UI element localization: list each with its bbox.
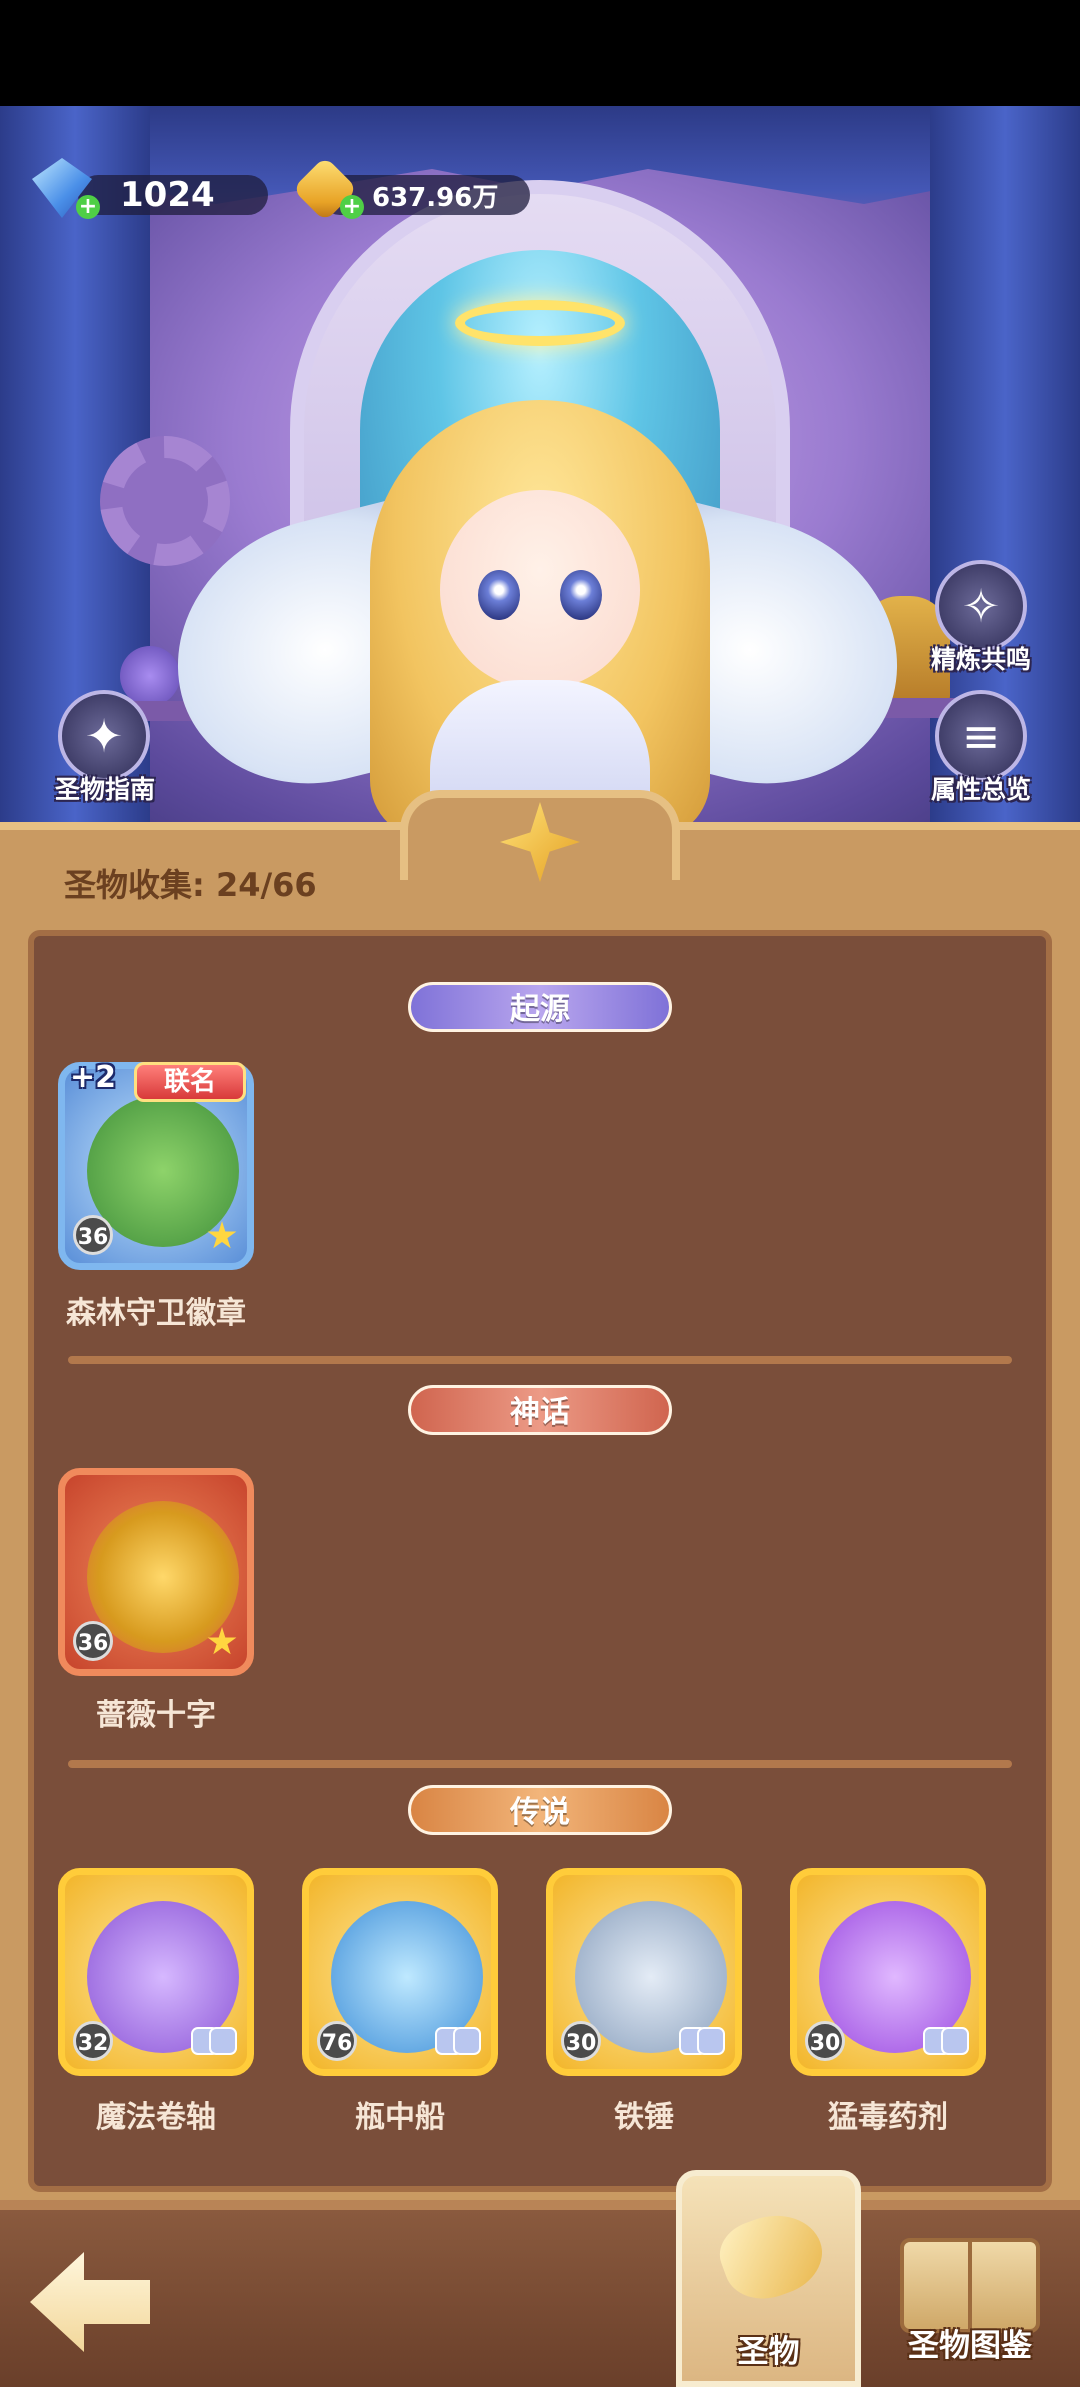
duplicate-cards-icon bbox=[679, 2027, 725, 2057]
section-divider bbox=[68, 1356, 1012, 1364]
tab-relic-label: 圣物 bbox=[737, 2334, 800, 2370]
book-icon bbox=[900, 2238, 1040, 2333]
relic-name: 瓶中船 bbox=[355, 2100, 445, 2135]
section-header-myth: 神话 bbox=[408, 1385, 672, 1435]
duplicate-cards-icon bbox=[191, 2027, 237, 2057]
section-divider bbox=[68, 1760, 1012, 1768]
sparkle-star-icon: ✧ bbox=[961, 579, 1001, 633]
level-badge: 32 bbox=[73, 2021, 113, 2061]
relic-name: 铁锤 bbox=[614, 2100, 674, 2135]
section-header-origin: 起源 bbox=[408, 982, 672, 1032]
relic-name: 猛毒药剂 bbox=[828, 2100, 948, 2135]
angel-eye-left bbox=[478, 570, 520, 620]
tab-codex[interactable]: 圣物图鉴 bbox=[875, 2220, 1065, 2387]
relic-guide-label[interactable]: 圣物指南 bbox=[20, 770, 190, 806]
back-arrow-icon bbox=[30, 2252, 150, 2352]
compass-icon: ✦ bbox=[84, 709, 124, 763]
angel-eye-right bbox=[560, 570, 602, 620]
horn-relic-icon bbox=[711, 2201, 833, 2311]
scroll-icon: ≡ bbox=[961, 709, 1001, 763]
collab-tag: 联名 bbox=[134, 1062, 246, 1102]
gear-decoration bbox=[100, 436, 230, 566]
relic-card-iron-hammer[interactable]: 30 bbox=[546, 1868, 742, 2076]
gem-counter[interactable]: 1024 bbox=[78, 175, 268, 215]
attributes-overview-label[interactable]: 属性总览 bbox=[896, 770, 1066, 806]
level-badge: 36 bbox=[73, 1621, 113, 1661]
duplicate-cards-icon bbox=[923, 2027, 969, 2057]
halo bbox=[455, 300, 625, 346]
level-badge: 36 bbox=[73, 1215, 113, 1255]
relic-name: 蔷薇十字 bbox=[96, 1698, 216, 1733]
level-badge: 76 bbox=[317, 2021, 357, 2061]
gem-count: 1024 bbox=[120, 175, 215, 215]
add-gold-icon[interactable]: + bbox=[340, 195, 364, 219]
level-badge: 30 bbox=[805, 2021, 845, 2061]
angel-face bbox=[440, 490, 640, 690]
relic-name: 森林守卫徽章 bbox=[66, 1296, 246, 1331]
relic-card-ship-in-bottle[interactable]: 76 bbox=[302, 1868, 498, 2076]
tab-codex-label: 圣物图鉴 bbox=[908, 2328, 1032, 2364]
refine-resonance-label[interactable]: 精炼共鸣 bbox=[896, 640, 1066, 676]
relic-name: 魔法卷轴 bbox=[96, 2100, 216, 2135]
collection-progress: 圣物收集: 24/66 bbox=[64, 866, 317, 904]
tab-relic[interactable]: 圣物 bbox=[676, 2170, 861, 2387]
attributes-overview-button[interactable]: ≡ bbox=[935, 690, 1027, 782]
relic-card-venom-potion[interactable]: 30 bbox=[790, 1868, 986, 2076]
level-badge: 30 bbox=[561, 2021, 601, 2061]
back-button[interactable] bbox=[30, 2252, 150, 2352]
section-header-legend: 传说 bbox=[408, 1785, 672, 1835]
gold-count: 637.96万 bbox=[372, 182, 499, 213]
duplicate-cards-icon bbox=[435, 2027, 481, 2057]
enhance-badge: +2 bbox=[70, 1060, 117, 1095]
relic-card-rose-cross[interactable]: 36 bbox=[58, 1468, 254, 1676]
relic-guide-button[interactable]: ✦ bbox=[58, 690, 150, 782]
add-gems-icon[interactable]: + bbox=[76, 195, 100, 219]
relic-card-magic-scroll[interactable]: 32 bbox=[58, 1868, 254, 2076]
refine-resonance-button[interactable]: ✧ bbox=[935, 560, 1027, 652]
status-bar bbox=[0, 0, 1080, 106]
